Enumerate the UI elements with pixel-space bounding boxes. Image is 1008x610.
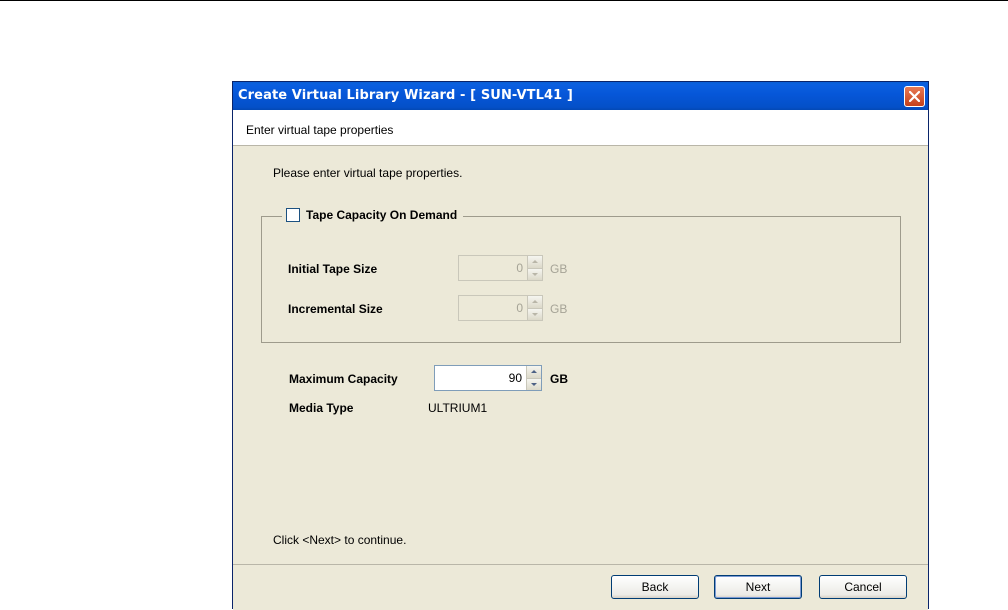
spin-down-button[interactable] [527,378,541,390]
arrow-up-icon [531,370,537,374]
next-button[interactable]: Next [714,575,802,599]
tape-capacity-on-demand-label[interactable]: Tape Capacity On Demand [306,208,457,222]
initial-tape-size-value[interactable]: 0 [459,256,527,280]
instruction-text: Please enter virtual tape properties. [273,166,463,180]
tape-capacity-group: Tape Capacity On Demand [261,208,901,343]
button-bar: Back Next Cancel [233,564,928,610]
close-icon [909,91,920,102]
tape-capacity-on-demand-checkbox[interactable] [286,208,300,222]
arrow-down-icon [532,312,538,316]
spin-up-button[interactable] [528,256,542,269]
incremental-size-value[interactable]: 0 [459,296,527,320]
arrow-down-icon [532,272,538,276]
title-bar[interactable]: Create Virtual Library Wizard - [ SUN-VT… [233,82,928,110]
arrow-down-icon [531,382,537,386]
initial-tape-size-label: Initial Tape Size [288,262,378,276]
initial-tape-size-arrows [527,256,542,280]
maximum-capacity-label: Maximum Capacity [289,372,398,386]
wizard-step-title: Enter virtual tape properties [246,123,394,137]
incremental-size-unit: GB [550,302,568,316]
wizard-dialog: Create Virtual Library Wizard - [ SUN-VT… [232,81,929,610]
incremental-size-spinner[interactable]: 0 [458,295,543,321]
media-type-label: Media Type [289,401,354,415]
back-button[interactable]: Back [611,575,699,599]
spin-down-button[interactable] [528,268,542,280]
incremental-size-label: Incremental Size [288,302,383,316]
spin-up-button[interactable] [528,296,542,309]
footer-hint: Click <Next> to continue. [273,533,407,547]
media-type-value: ULTRIUM1 [428,401,488,415]
close-button[interactable] [904,86,925,107]
incremental-size-arrows [527,296,542,320]
maximum-capacity-unit: GB [550,372,568,386]
arrow-up-icon [532,260,538,264]
maximum-capacity-arrows [526,366,541,390]
window-title: Create Virtual Library Wizard - [ SUN-VT… [238,88,573,103]
spin-up-button[interactable] [527,366,541,379]
wizard-header: Enter virtual tape properties [233,110,928,146]
arrow-up-icon [532,300,538,304]
initial-tape-size-unit: GB [550,262,568,276]
spin-down-button[interactable] [528,308,542,320]
maximum-capacity-spinner[interactable]: 90 [434,365,542,391]
page-top-rule [0,0,1008,1]
tape-capacity-legend: Tape Capacity On Demand [282,208,464,222]
cancel-button[interactable]: Cancel [819,575,907,599]
maximum-capacity-value[interactable]: 90 [435,366,526,390]
initial-tape-size-spinner[interactable]: 0 [458,255,543,281]
